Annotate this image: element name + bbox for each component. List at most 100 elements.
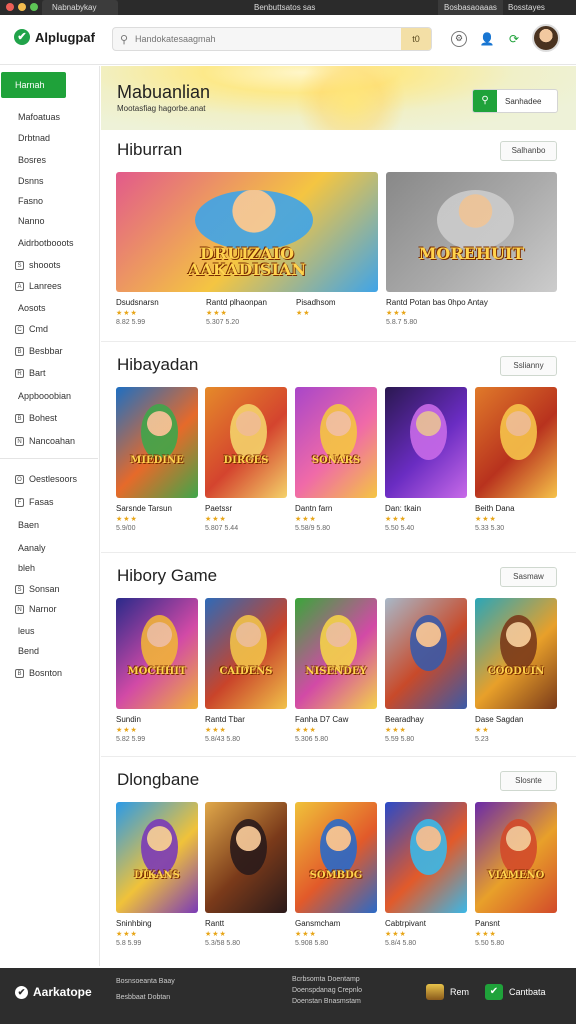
sidebar-item[interactable]: Appbooobian (0, 391, 98, 401)
close-window-dot[interactable] (6, 3, 14, 11)
game-thumbnail[interactable] (385, 802, 467, 913)
sidebar-item[interactable]: bleh (0, 563, 98, 573)
game-name[interactable]: Fanha D7 Caw (295, 715, 377, 724)
game-card[interactable]: Beith Dana ★★★ 5.33 5.30 (475, 387, 557, 532)
sidebar-item[interactable]: A Lanrees (0, 281, 98, 291)
sidebar-item[interactable]: Nanno (0, 216, 98, 226)
game-card[interactable]: Rantd plhaonpan ★★★ 5.307 5.20 (206, 292, 288, 326)
footer-logo[interactable]: ✔ Aarkatope (15, 985, 92, 999)
game-thumbnail[interactable] (475, 387, 557, 498)
sidebar-item[interactable]: B Bohest (0, 413, 98, 423)
section-more-button[interactable]: Salhanbo (500, 141, 557, 161)
section-more-button[interactable]: Sslianny (500, 356, 557, 376)
game-name[interactable]: Rantd Tbar (205, 715, 287, 724)
game-thumbnail[interactable]: VIAMENO (475, 802, 557, 913)
game-thumbnail[interactable]: SONARS (295, 387, 377, 498)
game-name[interactable]: Rantd Potan bas 0hpo Antay (386, 298, 557, 307)
game-card[interactable]: Rantt ★★★ 5.3/58 5.80 (205, 802, 287, 947)
game-name[interactable]: Dantn farn (295, 504, 377, 513)
game-card[interactable]: DIKANS Sninhbing ★★★ 5.8 5.99 (116, 802, 198, 947)
game-thumbnail[interactable] (385, 598, 467, 709)
game-name[interactable]: Pisadhsom (296, 298, 378, 307)
os-right-tab[interactable]: Bosbasaoaaas (438, 0, 503, 15)
game-card[interactable]: DIRGES Paetssr ★★★ 5.807 5.44 (205, 387, 287, 532)
sidebar-item[interactable]: Bosres (0, 155, 98, 165)
footer-link[interactable]: Besbbaat Dobtan (116, 994, 170, 1001)
game-name[interactable]: Beith Dana (475, 504, 557, 513)
game-thumbnail[interactable]: MOCHHIT (116, 598, 198, 709)
sidebar-item[interactable]: B Bosnton (0, 668, 98, 678)
section-more-button[interactable]: Sasmaw (500, 567, 557, 587)
game-thumbnail[interactable] (385, 387, 467, 498)
app-logo[interactable]: ✔ Alplugpaf (14, 29, 95, 45)
game-card[interactable]: COODUIN Dase Sagdan ★★ 5.23 (475, 598, 557, 743)
footer-download-button[interactable]: ✔ Cantbata (485, 982, 546, 1002)
game-name[interactable]: Sarsnde Tarsun (116, 504, 198, 513)
game-card[interactable]: MOCHHIT Sundin ★★★ 5.82 5.99 (116, 598, 198, 743)
game-thumbnail[interactable]: CAIDENS (205, 598, 287, 709)
sidebar-item[interactable]: S Sonsan (0, 584, 98, 594)
search-button[interactable]: t0 (401, 28, 431, 50)
game-thumbnail[interactable]: DRUIZAIO AAKADISIAN (116, 172, 378, 292)
footer-link[interactable]: Doenspdanag Crepnlo (292, 987, 362, 994)
game-card[interactable]: Dan: tkain ★★★ 5.50 5.40 (385, 387, 467, 532)
game-card[interactable]: SONARS Dantn farn ★★★ 5.58/9 5.80 (295, 387, 377, 532)
game-card[interactable]: Cabtrpivant ★★★ 5.8/4 5.80 (385, 802, 467, 947)
sidebar-item[interactable]: N Narnor (0, 604, 98, 614)
hero-search-button[interactable]: ⚲ Sanhadee (472, 89, 558, 113)
game-thumbnail[interactable]: SOMBDG (295, 802, 377, 913)
game-card[interactable]: Bearadhay ★★★ 5.59 5.80 (385, 598, 467, 743)
footer-link[interactable]: Bosnsoeanta Baay (116, 978, 175, 985)
sidebar-item[interactable]: F Fasas (0, 497, 98, 507)
game-thumbnail[interactable]: DIKANS (116, 802, 198, 913)
user-avatar[interactable] (532, 24, 560, 52)
sidebar-item[interactable]: Sshooots (0, 260, 98, 270)
game-thumbnail[interactable] (205, 802, 287, 913)
game-name[interactable]: Cabtrpivant (385, 919, 467, 928)
sidebar-item[interactable]: Drbtnad (0, 133, 98, 143)
game-name[interactable]: Pansnt (475, 919, 557, 928)
game-thumbnail[interactable]: MIEDINE (116, 387, 198, 498)
sidebar-item[interactable]: Dsnns (0, 176, 98, 186)
sidebar-item[interactable]: R Bart (0, 368, 98, 378)
game-card[interactable]: NISENDEY Fanha D7 Caw ★★★ 5.306 5.80 (295, 598, 377, 743)
sidebar-item[interactable]: leus (0, 626, 98, 636)
game-name[interactable]: Rantd plhaonpan (206, 298, 288, 307)
sidebar-item[interactable]: B Besbbar (0, 346, 98, 356)
search-input[interactable] (135, 34, 401, 44)
game-card[interactable]: SOMBDG Gansmcham ★★★ 5.908 5.80 (295, 802, 377, 947)
browser-tab[interactable]: Nabnabykay (42, 0, 118, 15)
refresh-icon[interactable]: ⟳ (506, 31, 522, 47)
game-name[interactable]: Rantt (205, 919, 287, 928)
game-thumbnail[interactable]: DIRGES (205, 387, 287, 498)
game-card[interactable]: CAIDENS Rantd Tbar ★★★ 5.8/43 5.80 (205, 598, 287, 743)
section-more-button[interactable]: Slosnte (500, 771, 557, 791)
window-controls[interactable] (6, 3, 38, 11)
game-name[interactable]: Dase Sagdan (475, 715, 557, 724)
game-thumbnail[interactable]: MOREHUIT (386, 172, 557, 292)
game-name[interactable]: Sninhbing (116, 919, 198, 928)
game-card[interactable]: Pisadhsom ★★ (296, 292, 378, 319)
game-card[interactable]: MOREHUIT Rantd Potan bas 0hpo Antay ★★★ 5.8… (386, 172, 557, 326)
sidebar-item[interactable]: C Cmd (0, 324, 98, 334)
sidebar-item[interactable]: Aosots (0, 303, 98, 313)
sidebar-item[interactable]: N Nancoahan (0, 436, 98, 446)
footer-store-button[interactable]: Rem (426, 982, 469, 1002)
sidebar-item[interactable]: Aidrbotbooots (0, 238, 98, 248)
game-name[interactable]: Paetssr (205, 504, 287, 513)
user-icon[interactable]: 👤 (479, 31, 495, 47)
minimize-window-dot[interactable] (18, 3, 26, 11)
settings-icon[interactable]: ⚙ (451, 31, 467, 47)
game-name[interactable]: Dan: tkain (385, 504, 467, 513)
game-card[interactable]: MIEDINE Sarsnde Tarsun ★★★ 5.9/00 (116, 387, 198, 532)
footer-link[interactable]: Bcrbsomta Doentamp (292, 976, 360, 983)
game-name[interactable]: Sundin (116, 715, 198, 724)
sidebar-item[interactable]: Aanaly (0, 543, 98, 553)
footer-link[interactable]: Doenstan Bnasmstam (292, 998, 361, 1005)
sidebar-item[interactable]: Fasno (0, 196, 98, 206)
game-thumbnail[interactable]: COODUIN (475, 598, 557, 709)
sidebar-item[interactable]: Baen (0, 520, 98, 530)
sidebar-item-active[interactable]: Harnah (1, 72, 66, 98)
sidebar-item[interactable]: O Oestlesoors (0, 474, 98, 484)
maximize-window-dot[interactable] (30, 3, 38, 11)
